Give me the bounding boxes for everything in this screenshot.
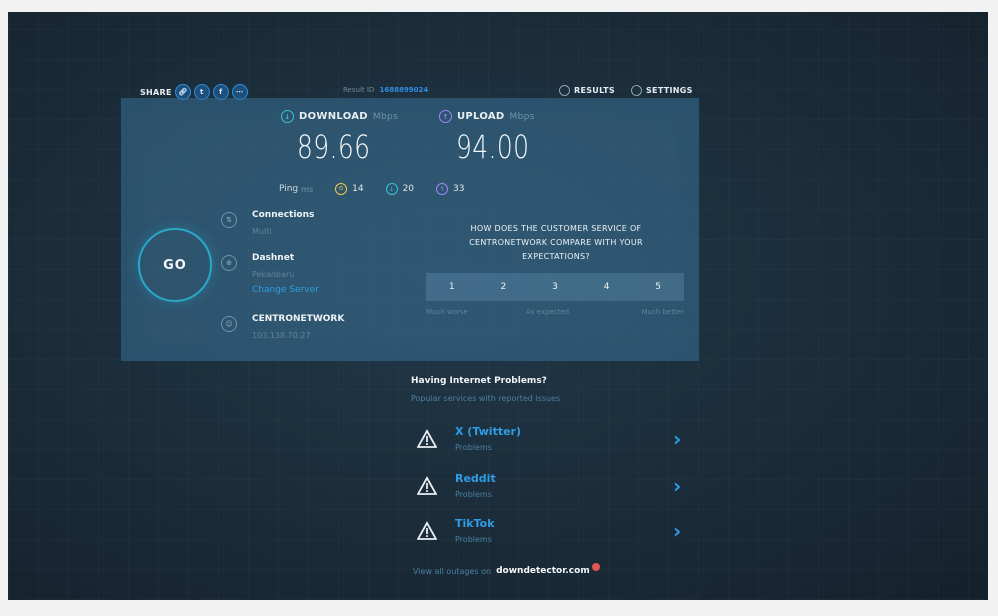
- service-name: Reddit: [455, 472, 496, 485]
- legend-mid: As expected: [526, 308, 570, 316]
- legend-right: Much better: [641, 308, 684, 316]
- downdetector-title: Having Internet Problems?: [411, 376, 547, 386]
- download-icon: ↓: [281, 110, 294, 123]
- share-label: SHARE: [140, 87, 172, 97]
- download-title: DOWNLOAD: [299, 111, 368, 122]
- results-label: RESULTS: [574, 86, 615, 95]
- ping-label: Ping: [279, 184, 299, 194]
- results-panel: ↓ DOWNLOAD Mbps ↑ UPLOAD Mbps 89.66 94.0…: [121, 98, 699, 361]
- chevron-right-icon: ›: [673, 474, 682, 498]
- service-status: Problems: [455, 535, 492, 544]
- survey-question: HOW DOES THE CUSTOMER SERVICE OF CENTRON…: [469, 224, 643, 261]
- service-name: TikTok: [455, 517, 495, 530]
- download-unit: Mbps: [372, 111, 398, 122]
- upload-label: ↑ UPLOAD Mbps: [439, 110, 535, 123]
- ping-row: Ping ms ⏲︎ 14 ↓ 20 ↑ 33: [279, 183, 464, 195]
- settings-label: SETTINGS: [646, 86, 693, 95]
- service-item-x[interactable]: X (Twitter) Problems ›: [411, 423, 691, 461]
- globe-icon: ⊕: [221, 255, 237, 271]
- chevron-right-icon: ›: [673, 519, 682, 543]
- upload-unit: Mbps: [509, 111, 535, 122]
- ping-upload-value: 33: [453, 184, 465, 194]
- downdetector-footer[interactable]: View all outages on downdetector.com: [413, 563, 600, 576]
- upload-title: UPLOAD: [457, 111, 505, 122]
- results-icon: [559, 85, 570, 96]
- rating-button-5[interactable]: 5: [632, 273, 684, 301]
- rating-button-4[interactable]: 4: [581, 273, 633, 301]
- footer-prefix: View all outages on: [413, 566, 492, 576]
- gear-icon: [631, 85, 642, 96]
- warning-icon: [417, 476, 437, 495]
- rating-row: 1 2 3 4 5: [426, 273, 684, 301]
- go-button[interactable]: GO: [138, 228, 212, 302]
- service-status: Problems: [455, 490, 492, 499]
- ping-unit: ms: [301, 184, 314, 194]
- connections-icon: ⇅: [221, 212, 237, 228]
- host-name: CENTRONETWORK: [252, 314, 345, 324]
- result-id: Result ID 1688899024: [343, 86, 428, 94]
- legend-left: Much worse: [426, 308, 468, 316]
- isp-location: Pekanbaru: [252, 270, 295, 279]
- isp-name: Dashnet: [252, 253, 295, 263]
- rating-button-2[interactable]: 2: [478, 273, 530, 301]
- results-button[interactable]: RESULTS: [559, 85, 615, 96]
- host-ip: 103.138.70.27: [252, 331, 311, 340]
- change-server-link[interactable]: Change Server: [252, 285, 319, 295]
- rating-button-1[interactable]: 1: [426, 273, 478, 301]
- idle-latency-icon: ⏲︎: [335, 183, 348, 195]
- rating-button-3[interactable]: 3: [529, 273, 581, 301]
- chevron-right-icon: ›: [673, 427, 682, 451]
- ping-download-value: 20: [402, 184, 415, 194]
- connections-value[interactable]: Multi: [252, 227, 272, 236]
- upload-value: 94.00: [456, 128, 530, 166]
- upload-latency-icon: ↑: [436, 183, 449, 195]
- result-id-value[interactable]: 1688899024: [380, 86, 429, 94]
- user-icon: ☺︎: [221, 316, 237, 332]
- download-label: ↓ DOWNLOAD Mbps: [281, 110, 398, 123]
- settings-button[interactable]: SETTINGS: [631, 85, 693, 96]
- ping-download: ↓ 20: [385, 183, 415, 195]
- result-id-label: Result ID: [343, 86, 375, 94]
- download-value: 89.66: [297, 128, 371, 166]
- ping-upload: ↑ 33: [436, 183, 464, 195]
- download-latency-icon: ↓: [385, 183, 398, 195]
- downdetector-subtitle: Popular services with reported issues: [411, 394, 561, 403]
- warning-icon: [417, 521, 437, 540]
- service-status: Problems: [455, 443, 492, 452]
- upload-icon: ↑: [439, 110, 452, 123]
- status-dot-icon: [591, 563, 600, 571]
- connections-title: Connections: [252, 210, 315, 220]
- warning-icon: [417, 429, 437, 448]
- service-name: X (Twitter): [455, 425, 521, 438]
- ping-idle: ⏲︎ 14: [335, 183, 364, 195]
- service-item-tiktok[interactable]: TikTok Problems ›: [411, 515, 691, 553]
- ping-idle-value: 14: [352, 184, 364, 194]
- downdetector-link[interactable]: downdetector.com: [496, 566, 590, 576]
- service-item-reddit[interactable]: Reddit Problems ›: [411, 470, 691, 508]
